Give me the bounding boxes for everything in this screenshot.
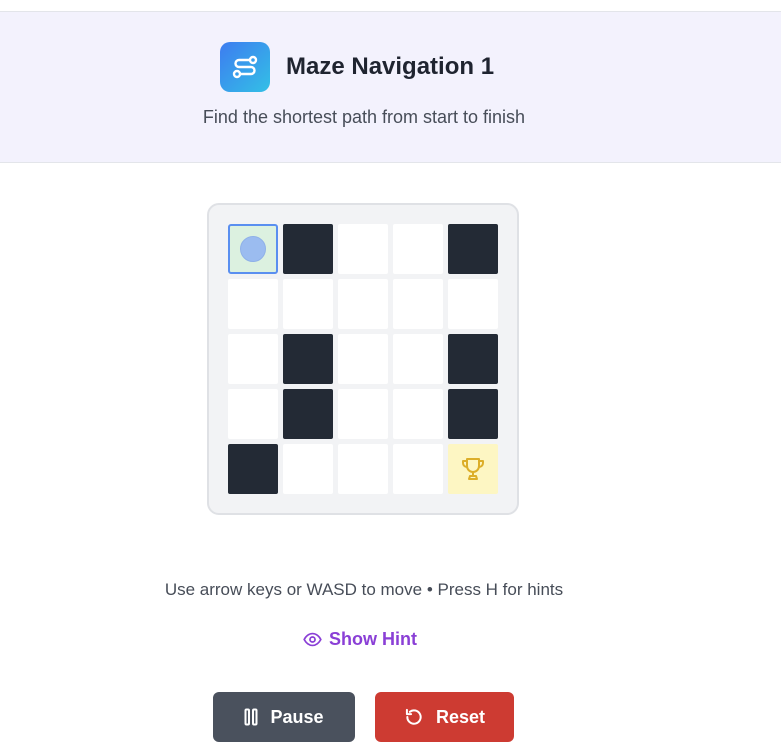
title-row: Maze Navigation 1 [220, 42, 494, 92]
maze-cell-wall-r4c0 [228, 444, 278, 494]
maze-cell-start-r0c0 [228, 224, 278, 274]
maze-cell-wall-r3c1 [283, 389, 333, 439]
maze-cell-open-r0c3 [393, 224, 443, 274]
controls-instructions: Use arrow keys or WASD to move • Press H… [164, 580, 564, 599]
show-hint-label: Show Hint [329, 628, 417, 649]
maze-cell-goal-r4c4 [448, 444, 498, 494]
maze-cell-open-r4c1 [283, 444, 333, 494]
maze-cell-open-r4c3 [393, 444, 443, 494]
maze-cell-open-r2c0 [228, 334, 278, 384]
route-icon [220, 42, 270, 92]
reset-icon [405, 708, 422, 725]
maze-cell-open-r1c1 [283, 279, 333, 329]
page-subtitle: Find the shortest path from start to fin… [202, 107, 526, 127]
maze-cell-wall-r0c4 [448, 224, 498, 274]
show-hint-button[interactable]: Show Hint [303, 625, 417, 653]
maze-cell-wall-r0c1 [283, 224, 333, 274]
reset-button[interactable]: Reset [375, 692, 514, 742]
maze-cell-wall-r2c1 [283, 334, 333, 384]
maze-cell-open-r3c3 [393, 389, 443, 439]
page-title: Maze Navigation 1 [286, 53, 495, 80]
pause-button[interactable]: Pause [213, 692, 355, 742]
maze-cell-open-r3c2 [338, 389, 388, 439]
maze-cell-open-r3c0 [228, 389, 278, 439]
maze-cell-open-r4c2 [338, 444, 388, 494]
maze-game-page: Maze Navigation 1 Find the shortest path… [0, 0, 781, 754]
maze-grid[interactable] [228, 224, 498, 494]
maze-cell-open-r2c2 [338, 334, 388, 384]
reset-label: Reset [435, 706, 486, 727]
trophy-icon [462, 458, 484, 480]
pause-icon [244, 708, 258, 726]
maze-cell-open-r2c3 [393, 334, 443, 384]
maze-cell-wall-r3c4 [448, 389, 498, 439]
maze-cell-open-r1c0 [228, 279, 278, 329]
game-header: Maze Navigation 1 Find the shortest path… [0, 12, 781, 163]
player-token [240, 236, 266, 262]
maze-cell-open-r0c2 [338, 224, 388, 274]
pause-label: Pause [270, 706, 324, 727]
maze-cell-open-r1c2 [338, 279, 388, 329]
maze-board [207, 203, 519, 515]
maze-cell-wall-r2c4 [448, 334, 498, 384]
eye-icon [303, 632, 322, 646]
maze-cell-open-r1c3 [393, 279, 443, 329]
maze-cell-open-r1c4 [448, 279, 498, 329]
